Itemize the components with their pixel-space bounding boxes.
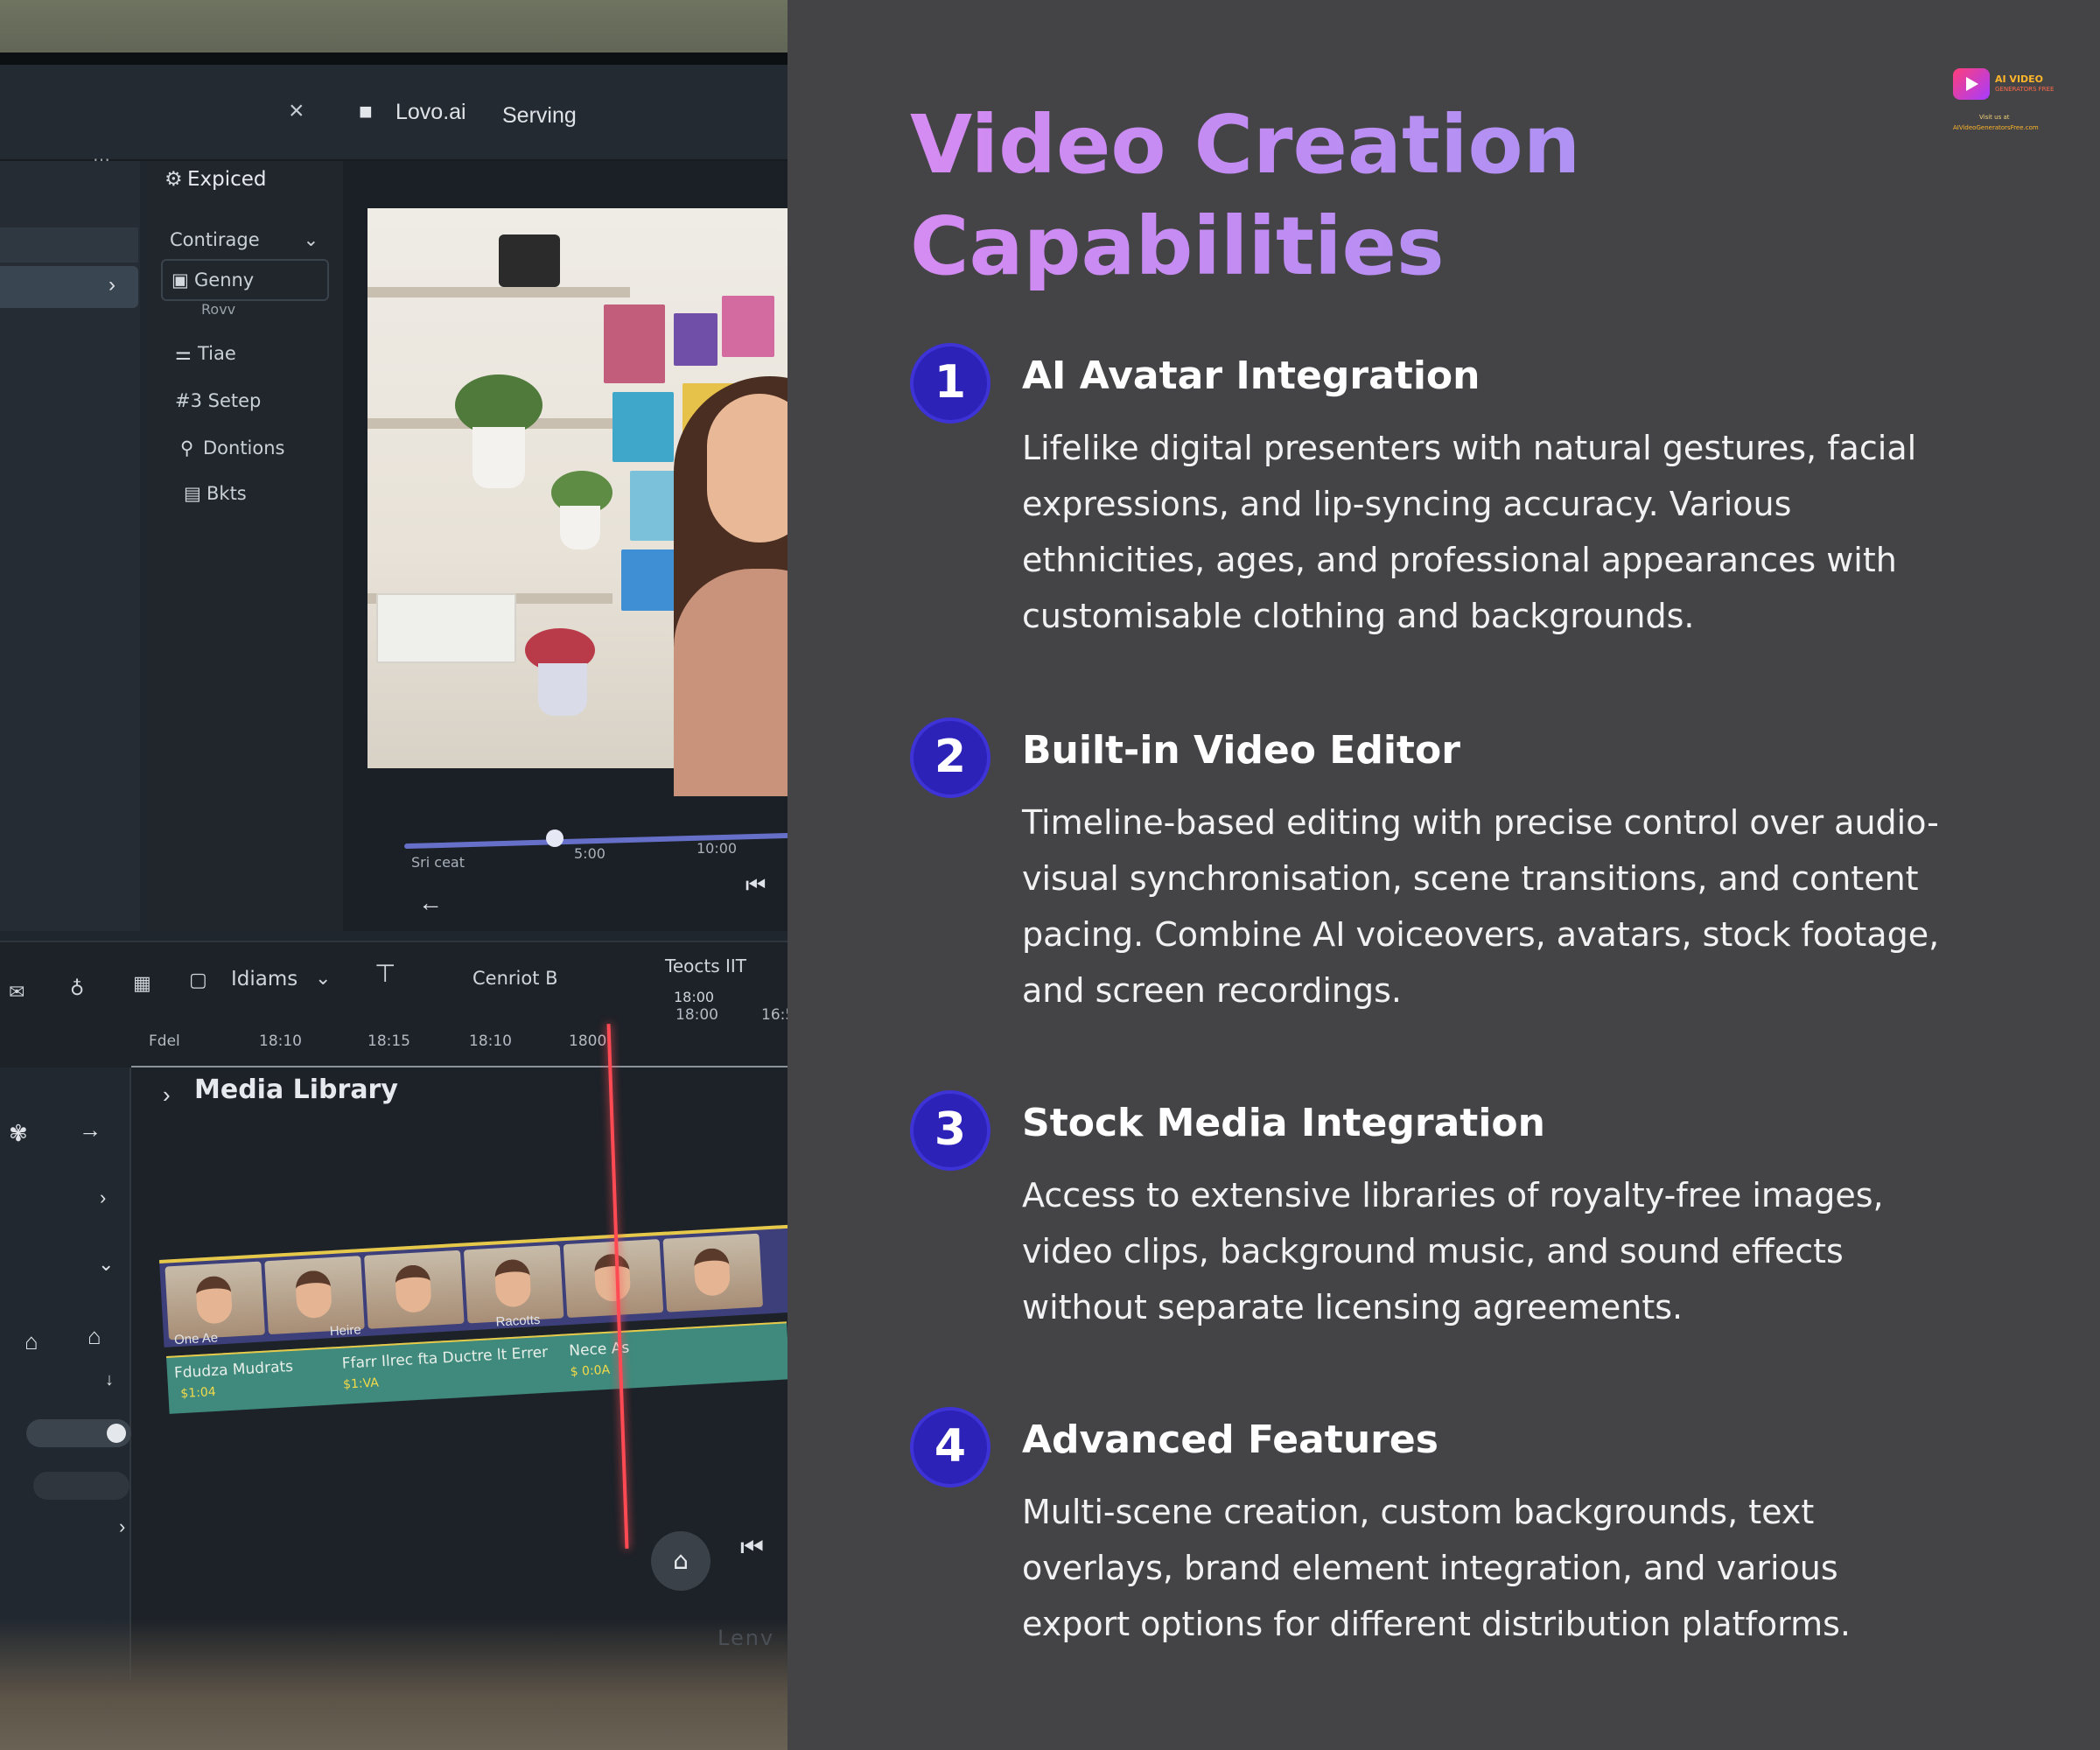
logo-url: AIVideoGeneratorsFree.com	[1953, 124, 2039, 131]
chevron-right-icon[interactable]: ›	[163, 1082, 171, 1109]
side-menu: ⚙ Expiced Contirage ⌄ ▣ Genny Rovv ⚌ Tiae #3…	[149, 161, 341, 931]
audio-sub: $1:04	[179, 1384, 217, 1402]
feature-title: AI Avatar Integration	[1022, 354, 1480, 398]
close-icon[interactable]: ×	[289, 96, 304, 126]
logo-visit: Visit us at	[1979, 114, 2010, 121]
app-name: Lovo.ai	[396, 100, 466, 124]
frame-icon[interactable]: ▢	[189, 970, 207, 991]
menu-item-dontions[interactable]: ⚲ Dontions	[180, 438, 285, 458]
feature-number-badge: 1	[910, 343, 990, 424]
chevron-down-icon[interactable]: ⌄	[315, 968, 331, 990]
feature-description: Access to extensive libraries of royalty…	[1022, 1176, 1884, 1326]
feature-title: Stock Media Integration	[1022, 1101, 1545, 1145]
menu-item-sublabel: Rovv	[201, 301, 236, 318]
feature-description: Lifelike digital presenters with natural…	[1022, 429, 1917, 635]
clip-label: Racotts	[495, 1312, 541, 1330]
book-icon: ▤	[184, 483, 201, 504]
laptop-screen-photo: × ■ Lovo.ai Serving › ⋯ ⚙ Expiced Contira…	[0, 0, 788, 1750]
audio-label: Fdudza Mudrats	[173, 1357, 294, 1382]
timeline-ruler: Fdel 18:10 18:15 18:10 1800 18:00 16:5	[131, 1006, 788, 1068]
clip-label: Heire	[329, 1322, 362, 1340]
page-title: Video Creation Capabilities	[910, 94, 1698, 298]
audio-label: Ffarr Ilrec fta Ductre lt Errer	[341, 1343, 549, 1373]
ruler-tick: 18:15	[368, 1032, 410, 1050]
menu-item-setep[interactable]: #3 Setep	[175, 390, 261, 411]
timeline-toolbar: ✉ ♁ ▦ ▢ Idiams ⌄ ⊤ Cenriot B Teocts IIT …	[0, 947, 788, 1026]
ruler-tick: 18:00	[676, 1006, 718, 1024]
scrub-label-start: Sri ceat	[411, 854, 465, 871]
skip-back-icon[interactable]: ⏮	[740, 1533, 764, 1563]
timeline-center-label: Cenriot B	[472, 968, 558, 989]
text-tool-icon[interactable]: ⊤	[374, 959, 396, 988]
back-arrow-icon[interactable]: ←	[418, 889, 443, 917]
audio-sub: $1:VA	[342, 1376, 380, 1392]
timeline-right-sub: 18:00	[674, 989, 715, 1005]
laptop-base	[0, 1619, 788, 1750]
house-outline-icon[interactable]: ⌂	[88, 1323, 102, 1350]
home-button[interactable]: ⌂	[651, 1531, 710, 1591]
feature-number-badge: 4	[910, 1407, 990, 1488]
menu-item-tiae[interactable]: ⚌ Tiae	[175, 343, 236, 364]
ruler-tick: 1800	[569, 1032, 607, 1050]
feature-number-badge: 2	[910, 718, 990, 798]
ruler-tick: 18:10	[469, 1032, 512, 1050]
chevron-right-icon[interactable]: ›	[100, 1186, 106, 1209]
text-icon: ⚌	[175, 343, 192, 364]
clip-label: One Ae	[173, 1330, 219, 1348]
square-icon: ▣	[172, 270, 189, 290]
timeline-right-label: Teocts IIT	[665, 956, 746, 976]
arrow-down-icon[interactable]: ↓	[105, 1370, 114, 1390]
tag-icon: ⚲	[180, 438, 194, 458]
chevron-down-icon: ⌄	[303, 229, 319, 250]
logo-name: AI VIDEO	[1995, 74, 2044, 85]
mail-icon[interactable]: ✉	[9, 982, 24, 1004]
menu-item-genny[interactable]: ▣ Genny	[172, 270, 254, 290]
chevron-right-icon[interactable]: ›	[119, 1516, 125, 1538]
scrub-label-mid: 5:00	[574, 845, 606, 862]
left-sidebar: › ⋯	[0, 150, 140, 931]
scrubber-handle[interactable]	[546, 830, 564, 847]
menu-item-bkts[interactable]: ▤ Bkts	[184, 483, 247, 504]
skip-back-icon[interactable]: ⏮	[746, 872, 766, 900]
location-icon[interactable]: ♁	[70, 978, 84, 1000]
media-library-heading[interactable]: Media Library	[194, 1074, 398, 1105]
app-section-tab[interactable]: Serving	[502, 103, 577, 129]
play-icon	[1953, 68, 1990, 100]
effects-icon[interactable]: ✾	[9, 1120, 28, 1147]
ruler-tick: 16:5	[761, 1006, 788, 1024]
scrub-label-end: 10:00	[696, 840, 738, 857]
ellipsis-icon[interactable]: ⋯	[93, 149, 110, 171]
chevron-right-icon: ›	[108, 273, 116, 297]
home-icon[interactable]: ⌂	[24, 1328, 38, 1355]
feature-description: Multi-scene creation, custom backgrounds…	[1022, 1493, 1851, 1643]
app-top-bar	[0, 65, 788, 161]
sidebar-selected-item[interactable]: ›	[0, 266, 138, 308]
arrow-right-icon[interactable]: →	[79, 1116, 102, 1144]
audio-sub: $ 0:0A	[570, 1362, 611, 1380]
ruler-tick: 18:10	[259, 1032, 302, 1050]
feature-title: Advanced Features	[1022, 1418, 1438, 1462]
timeline-tab[interactable]: Idiams	[231, 968, 298, 990]
app-logo-icon: ■	[359, 98, 373, 124]
laptop-brand-mark: Lenv	[718, 1626, 775, 1650]
chevron-down-icon[interactable]: ⌄	[98, 1253, 114, 1276]
timeline-track-controls: ✾ → › ⌄ ⌂ ⌂ ↓ ›	[0, 1068, 131, 1680]
menu-item-contirage[interactable]: Contirage ⌄	[170, 229, 318, 250]
track-toggle-on[interactable]	[26, 1419, 131, 1447]
site-logo[interactable]: AI VIDEO GENERATORS FREE Visit us at AIV…	[1953, 61, 2084, 140]
track-toggle-off[interactable]	[33, 1472, 130, 1500]
gift-icon[interactable]: ▦	[133, 973, 151, 995]
feature-description: Timeline-based editing with precise cont…	[1022, 803, 1940, 1010]
feature-number-badge: 3	[910, 1090, 990, 1171]
menu-header: ⚙ Expiced	[164, 168, 267, 191]
gear-icon: ⚙	[164, 168, 183, 191]
ruler-tick: Fdel	[149, 1032, 180, 1050]
content-panel: AI VIDEO GENERATORS FREE Visit us at AIV…	[788, 0, 2100, 1750]
logo-sub: GENERATORS FREE	[1995, 86, 2054, 93]
feature-title: Built-in Video Editor	[1022, 728, 1460, 773]
